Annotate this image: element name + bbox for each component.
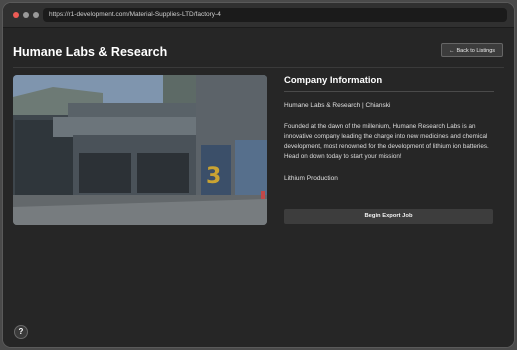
header-divider bbox=[13, 67, 504, 68]
browser-window: https://r1-development.com/Material-Supp… bbox=[3, 3, 514, 347]
factory-photo: 3 bbox=[13, 75, 267, 225]
back-to-listings-button[interactable]: ← Back to Listings bbox=[441, 43, 503, 57]
factory-illustration: 3 bbox=[13, 75, 267, 225]
maximize-window-button[interactable] bbox=[33, 12, 39, 18]
section-title: Company Information bbox=[284, 75, 383, 86]
back-button-label: Back to Listings bbox=[456, 48, 496, 54]
help-button[interactable]: ? bbox=[14, 325, 28, 339]
minimize-window-button[interactable] bbox=[23, 12, 29, 18]
section-divider bbox=[284, 91, 494, 92]
page-content: Humane Labs & Research ← Back to Listings… bbox=[3, 28, 514, 347]
arrow-left-icon: ← bbox=[448, 48, 455, 54]
company-info-panel: Company Information Humane Labs & Resear… bbox=[284, 75, 494, 224]
close-window-button[interactable] bbox=[13, 12, 19, 18]
browser-titlebar: https://r1-development.com/Material-Supp… bbox=[3, 3, 514, 28]
svg-text:3: 3 bbox=[206, 164, 221, 189]
product-name: Lithium Production bbox=[284, 175, 338, 182]
company-subline: Humane Labs & Research | Chianski bbox=[284, 102, 391, 109]
company-description: Founded at the dawn of the millenium, Hu… bbox=[284, 123, 489, 160]
page-title: Humane Labs & Research bbox=[13, 45, 168, 59]
begin-export-job-button[interactable]: Begin Export Job bbox=[284, 209, 493, 224]
address-bar[interactable]: https://r1-development.com/Material-Supp… bbox=[43, 8, 507, 22]
